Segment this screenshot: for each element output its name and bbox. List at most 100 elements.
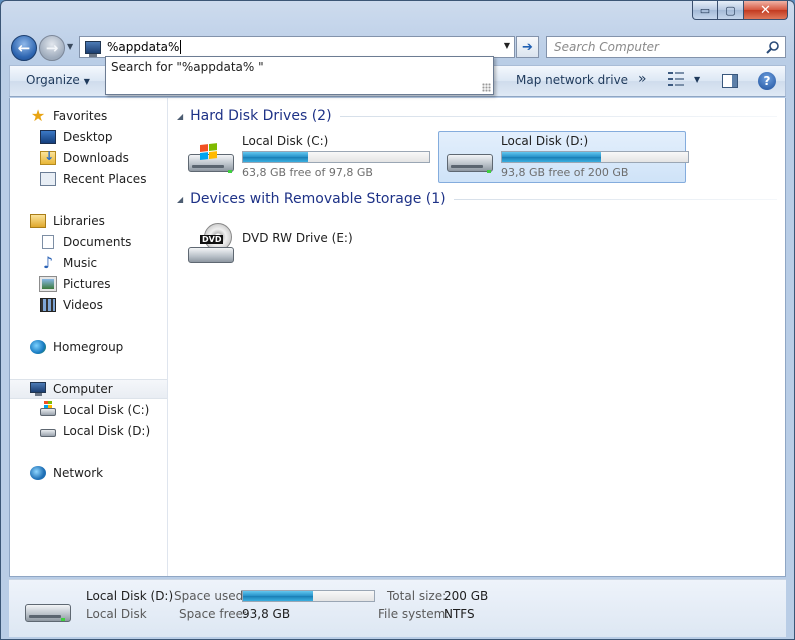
- sidebar-item-label: Documents: [63, 235, 132, 249]
- address-bar[interactable]: %appdata% ▼: [79, 36, 515, 58]
- computer-icon: [85, 40, 101, 57]
- recent-pages-dropdown[interactable]: ▼: [67, 42, 73, 51]
- total-size-label: Total size:: [387, 589, 447, 603]
- drive-usage-fill: [502, 152, 601, 162]
- content-frame: ★ Favorites Desktop Downloads Recent Pla…: [9, 98, 786, 577]
- sidebar-item-pictures[interactable]: Pictures: [10, 274, 167, 294]
- pictures-icon: [39, 276, 57, 292]
- navigation-pane: ★ Favorites Desktop Downloads Recent Pla…: [10, 98, 168, 576]
- network-icon: [30, 466, 46, 480]
- address-autocomplete-popup: Search for "%appdata% ": [105, 56, 494, 95]
- drive-name: DVD RW Drive (E:): [242, 231, 353, 245]
- organize-label: Organize: [26, 73, 80, 87]
- drive-icon: [40, 429, 56, 437]
- sidebar-item-videos[interactable]: Videos: [10, 295, 167, 315]
- group-header-removable-storage[interactable]: ◢ Devices with Removable Storage (1): [177, 189, 777, 209]
- drive-usage-fill: [243, 152, 308, 162]
- minimize-button[interactable]: ▭: [692, 1, 718, 20]
- drive-activity-light: [228, 170, 232, 173]
- dvd-logo: DVD: [200, 235, 224, 244]
- chevron-down-icon: ▼: [83, 77, 90, 86]
- star-icon: ★: [30, 106, 46, 125]
- sidebar-item-label: Downloads: [63, 151, 129, 165]
- resize-grip-icon[interactable]: [482, 83, 491, 92]
- drive-icon: [447, 144, 495, 176]
- drive-tile-c[interactable]: Local Disk (C:) 63,8 GB free of 97,8 GB: [179, 131, 430, 183]
- sidebar-item-desktop[interactable]: Desktop: [10, 127, 167, 147]
- group-header-label: Hard Disk Drives (2): [190, 108, 332, 124]
- organize-menu[interactable]: Organize ▼: [26, 73, 90, 87]
- sidebar-item-recent-places[interactable]: Recent Places: [10, 169, 167, 189]
- drive-name: Local Disk (D:): [501, 134, 589, 148]
- file-system-label: File system:: [378, 607, 450, 621]
- sidebar-item-local-disk-d[interactable]: Local Disk (D:): [10, 421, 167, 441]
- drive-usage-bar: [242, 151, 430, 163]
- desktop-icon: [40, 130, 56, 144]
- sidebar-item-homegroup[interactable]: Homegroup: [10, 337, 167, 357]
- downloads-icon: [40, 149, 56, 165]
- sidebar-item-libraries[interactable]: Libraries: [10, 211, 167, 231]
- sidebar-item-label: Local Disk (C:): [63, 403, 150, 417]
- dvd-drive-icon: DVD: [188, 223, 236, 267]
- drive-free-space: 63,8 GB free of 97,8 GB: [242, 166, 373, 179]
- details-type: Local Disk: [86, 607, 147, 621]
- file-system-value: NTFS: [444, 607, 475, 621]
- total-size-value: 200 GB: [444, 589, 489, 603]
- libraries-icon: [30, 214, 46, 228]
- drive-activity-light: [487, 170, 491, 173]
- sidebar-item-computer[interactable]: Computer: [10, 379, 167, 399]
- maximize-button[interactable]: ▢: [718, 1, 744, 20]
- system-drive-icon: [188, 143, 236, 176]
- space-free-value: 93,8 GB: [242, 607, 291, 621]
- drive-usage-bar: [501, 151, 689, 163]
- drive-tile-dvd[interactable]: DVD DVD RW Drive (E:): [179, 214, 427, 266]
- sidebar-item-documents[interactable]: Documents: [10, 232, 167, 252]
- sidebar-item-local-disk-c[interactable]: Local Disk (C:): [10, 400, 167, 420]
- address-history-dropdown[interactable]: ▼: [504, 41, 510, 50]
- computer-icon: [30, 382, 46, 396]
- go-button[interactable]: ➔: [516, 36, 539, 58]
- music-icon: ♪: [42, 253, 54, 272]
- group-header-hard-disk-drives[interactable]: ◢ Hard Disk Drives (2): [177, 106, 777, 126]
- sidebar-item-label: Homegroup: [53, 340, 124, 354]
- forward-button[interactable]: →: [39, 35, 65, 61]
- sidebar-item-downloads[interactable]: Downloads: [10, 148, 167, 168]
- more-commands-button[interactable]: »: [638, 71, 647, 87]
- drive-tile-d[interactable]: Local Disk (D:) 93,8 GB free of 200 GB: [438, 131, 689, 183]
- items-view: ◢ Hard Disk Drives (2) Local Disk (C:) 6…: [169, 98, 785, 576]
- help-button[interactable]: ?: [758, 72, 776, 90]
- change-view-button[interactable]: ▼: [668, 72, 700, 86]
- autocomplete-search-suggestion[interactable]: Search for "%appdata% ": [111, 60, 264, 74]
- drive-activity-light: [61, 618, 65, 621]
- preview-pane-toggle[interactable]: [722, 74, 738, 88]
- explorer-window: ▭ ▢ ✕ ← → ▼ %appdata% ▼ ➔ Search Compute…: [0, 0, 795, 640]
- sidebar-item-favorites[interactable]: ★ Favorites: [10, 106, 167, 126]
- sidebar-item-label: Videos: [63, 298, 103, 312]
- homegroup-icon: [30, 340, 46, 354]
- sidebar-item-label: Pictures: [63, 277, 111, 291]
- back-button[interactable]: ←: [11, 35, 37, 61]
- drive-name: Local Disk (C:): [242, 134, 329, 148]
- details-name: Local Disk (D:): [86, 589, 174, 603]
- documents-icon: [42, 235, 54, 249]
- search-placeholder: Search Computer: [554, 40, 659, 54]
- group-divider: [453, 198, 777, 200]
- drive-free-space: 93,8 GB free of 200 GB: [501, 166, 629, 179]
- space-free-label: Space free:: [179, 607, 248, 621]
- close-button[interactable]: ✕: [744, 1, 788, 20]
- group-divider: [339, 115, 777, 117]
- sidebar-item-network[interactable]: Network: [10, 463, 167, 483]
- chevron-down-icon: ▼: [694, 74, 701, 84]
- group-header-label: Devices with Removable Storage (1): [190, 191, 446, 207]
- windows-logo-icon: [200, 143, 218, 160]
- sidebar-item-label: Desktop: [63, 130, 113, 144]
- caption-buttons: ▭ ▢ ✕: [692, 1, 788, 21]
- sidebar-item-music[interactable]: ♪ Music: [10, 253, 167, 273]
- map-network-drive-button[interactable]: Map network drive: [516, 73, 628, 87]
- collapse-triangle-icon[interactable]: ◢: [177, 195, 183, 204]
- videos-icon: [40, 298, 56, 312]
- address-input[interactable]: %appdata%: [107, 40, 182, 54]
- search-input[interactable]: Search Computer: [546, 36, 786, 58]
- search-icon[interactable]: [766, 40, 780, 54]
- collapse-triangle-icon[interactable]: ◢: [177, 112, 183, 121]
